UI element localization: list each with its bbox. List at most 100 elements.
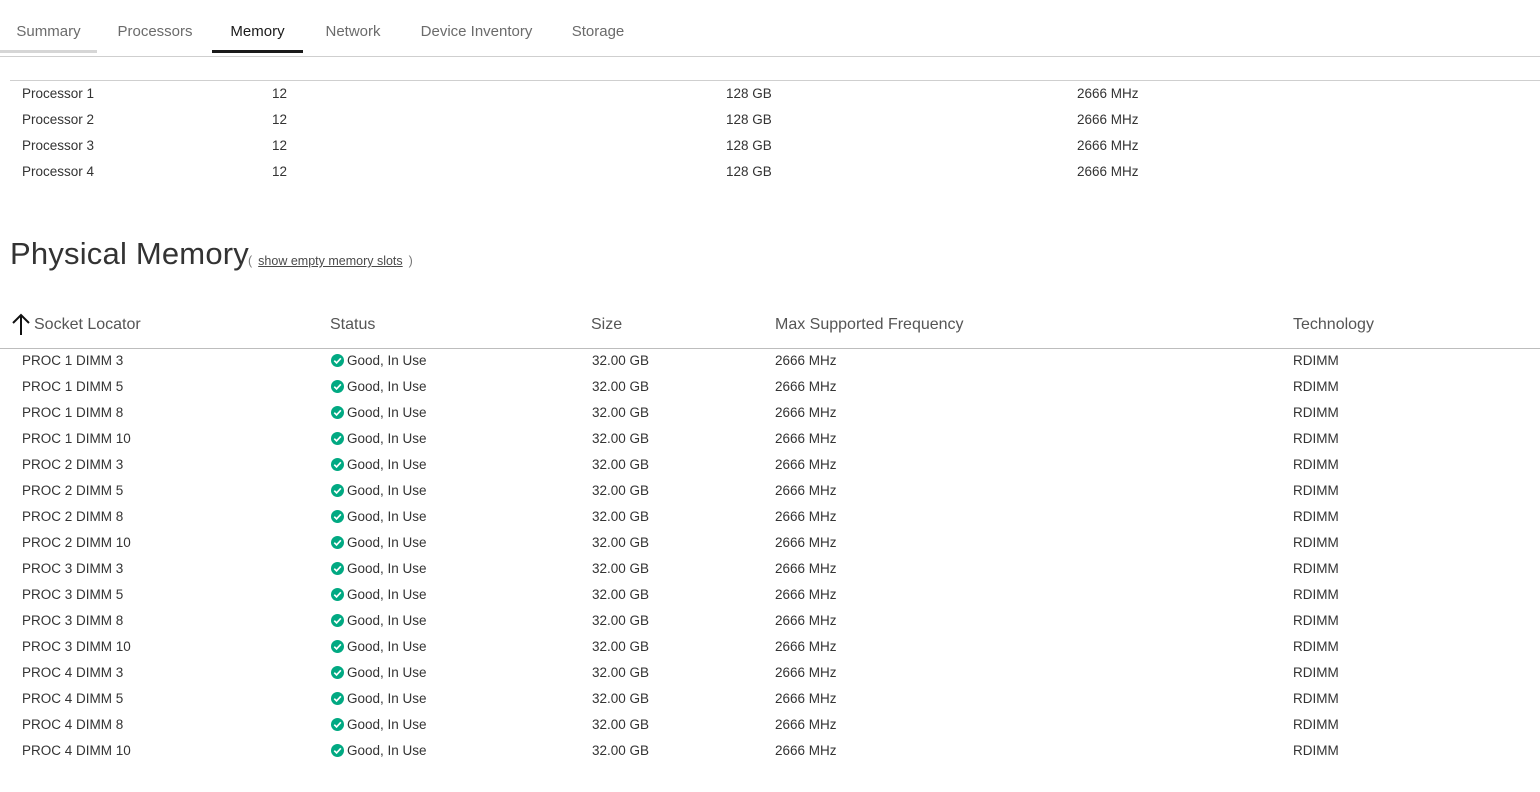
table-row: PROC 2 DIMM 10 Good, In Use 32.00 GB 2666 M…: [0, 530, 1540, 556]
dimm-size-cell: 32.00 GB: [592, 665, 650, 680]
status-text: Good, In Use: [347, 665, 427, 680]
dimm-size-cell: 32.00 GB: [592, 587, 650, 602]
status-cell: Good, In Use: [331, 478, 427, 504]
status-cell: Good, In Use: [331, 348, 427, 374]
status-text: Good, In Use: [347, 743, 427, 758]
table-row: PROC 4 DIMM 10 Good, In Use 32.00 GB 2666 M…: [0, 738, 1540, 764]
socket-locator-cell: PROC 1 DIMM 3: [22, 353, 124, 368]
socket-locator-cell: PROC 4 DIMM 10: [22, 743, 131, 758]
status-cell: Good, In Use: [331, 374, 427, 400]
socket-locator-cell: PROC 3 DIMM 8: [22, 613, 124, 628]
tab-summary[interactable]: Summary: [0, 0, 97, 53]
tab-storage[interactable]: Storage: [562, 0, 634, 53]
tab-bar: Summary Processors Memory Network Device…: [0, 0, 1540, 57]
dimm-size-cell: 32.00 GB: [592, 535, 650, 550]
max-frequency-cell: 2666 MHz: [775, 431, 837, 446]
table-row: PROC 1 DIMM 5 Good, In Use 32.00 GB 2666 MH…: [0, 374, 1540, 400]
max-frequency-cell: 2666 MHz: [775, 379, 837, 394]
technology-cell: RDIMM: [1293, 665, 1339, 680]
status-text: Good, In Use: [347, 483, 427, 498]
processor-total-memory: 128 GB: [726, 86, 772, 101]
technology-cell: RDIMM: [1293, 431, 1339, 446]
status-cell: Good, In Use: [331, 400, 427, 426]
status-text: Good, In Use: [347, 535, 427, 550]
status-cell: Good, In Use: [331, 582, 427, 608]
technology-cell: RDIMM: [1293, 483, 1339, 498]
max-frequency-cell: 2666 MHz: [775, 613, 837, 628]
processor-frequency: 2666 MHz: [1077, 86, 1139, 101]
technology-cell: RDIMM: [1293, 717, 1339, 732]
technology-cell: RDIMM: [1293, 743, 1339, 758]
table-row: PROC 2 DIMM 8 Good, In Use 32.00 GB 2666 MH…: [0, 504, 1540, 530]
status-ok-icon: [331, 639, 344, 653]
processor-frequency: 2666 MHz: [1077, 138, 1139, 153]
dimm-size-cell: 32.00 GB: [592, 483, 650, 498]
technology-cell: RDIMM: [1293, 587, 1339, 602]
status-text: Good, In Use: [347, 431, 427, 446]
socket-locator-cell: PROC 1 DIMM 5: [22, 379, 124, 394]
tab-device-inventory[interactable]: Device Inventory: [410, 0, 543, 53]
column-header-size[interactable]: Size: [591, 308, 622, 342]
max-frequency-cell: 2666 MHz: [775, 457, 837, 472]
status-ok-icon: [331, 561, 344, 575]
technology-cell: RDIMM: [1293, 691, 1339, 706]
processor-dimm-count: 12: [272, 138, 288, 153]
processor-dimm-count: 12: [272, 112, 288, 127]
tab-processors[interactable]: Processors: [110, 0, 200, 53]
dimm-size-cell: 32.00 GB: [592, 405, 650, 420]
table-row: PROC 2 DIMM 3 Good, In Use 32.00 GB 2666 MH…: [0, 452, 1540, 478]
tab-network[interactable]: Network: [316, 0, 390, 53]
status-text: Good, In Use: [347, 691, 427, 706]
status-ok-icon: [331, 509, 344, 523]
table-row: PROC 3 DIMM 10 Good, In Use 32.00 GB 2666 M…: [0, 634, 1540, 660]
status-ok-icon: [331, 691, 344, 705]
max-frequency-cell: 2666 MHz: [775, 587, 837, 602]
status-cell: Good, In Use: [331, 738, 427, 764]
max-frequency-cell: 2666 MHz: [775, 535, 837, 550]
status-text: Good, In Use: [347, 457, 427, 472]
dimm-size-cell: 32.00 GB: [592, 743, 650, 758]
column-header-socket-locator[interactable]: Socket Locator: [34, 308, 141, 342]
column-header-status[interactable]: Status: [330, 308, 375, 342]
technology-cell: RDIMM: [1293, 353, 1339, 368]
table-row: PROC 2 DIMM 5 Good, In Use 32.00 GB 2666 MH…: [0, 478, 1540, 504]
socket-locator-cell: PROC 4 DIMM 8: [22, 717, 124, 732]
table-row: Processor 3 12 128 GB 2666 MHz: [0, 133, 1540, 159]
dimm-size-cell: 32.00 GB: [592, 691, 650, 706]
max-frequency-cell: 2666 MHz: [775, 639, 837, 654]
tab-memory[interactable]: Memory: [212, 0, 303, 53]
socket-locator-cell: PROC 3 DIMM 10: [22, 639, 131, 654]
technology-cell: RDIMM: [1293, 613, 1339, 628]
status-cell: Good, In Use: [331, 452, 427, 478]
status-text: Good, In Use: [347, 561, 427, 576]
sort-ascending-icon[interactable]: [11, 312, 31, 336]
dimm-size-cell: 32.00 GB: [592, 379, 650, 394]
status-ok-icon: [331, 457, 344, 471]
socket-locator-cell: PROC 1 DIMM 10: [22, 431, 131, 446]
max-frequency-cell: 2666 MHz: [775, 743, 837, 758]
page-title: Physical Memory: [10, 236, 249, 271]
status-ok-icon: [331, 483, 344, 497]
processor-frequency: 2666 MHz: [1077, 112, 1139, 127]
processor-name: Processor 1: [22, 86, 95, 101]
status-text: Good, In Use: [347, 405, 427, 420]
status-text: Good, In Use: [347, 379, 427, 394]
socket-locator-cell: PROC 4 DIMM 5: [22, 691, 124, 706]
max-frequency-cell: 2666 MHz: [775, 509, 837, 524]
status-text: Good, In Use: [347, 717, 427, 732]
table-row: PROC 1 DIMM 3 Good, In Use 32.00 GB 2666 MH…: [0, 348, 1540, 374]
technology-cell: RDIMM: [1293, 535, 1339, 550]
column-header-technology[interactable]: Technology: [1293, 308, 1374, 342]
status-ok-icon: [331, 717, 344, 731]
table-row: Processor 4 12 128 GB 2666 MHz: [0, 159, 1540, 185]
processor-total-memory: 128 GB: [726, 112, 772, 127]
max-frequency-cell: 2666 MHz: [775, 717, 837, 732]
show-empty-memory-slots-link[interactable]: show empty memory slots: [258, 254, 402, 268]
processor-name: Processor 2: [22, 112, 95, 127]
socket-locator-cell: PROC 2 DIMM 8: [22, 509, 124, 524]
processor-total-memory: 128 GB: [726, 138, 772, 153]
column-header-max-frequency[interactable]: Max Supported Frequency: [775, 308, 964, 342]
socket-locator-cell: PROC 3 DIMM 3: [22, 561, 124, 576]
table-row: PROC 4 DIMM 8 Good, In Use 32.00 GB 2666 MH…: [0, 712, 1540, 738]
memory-page: Summary Processors Memory Network Device…: [0, 0, 1540, 792]
